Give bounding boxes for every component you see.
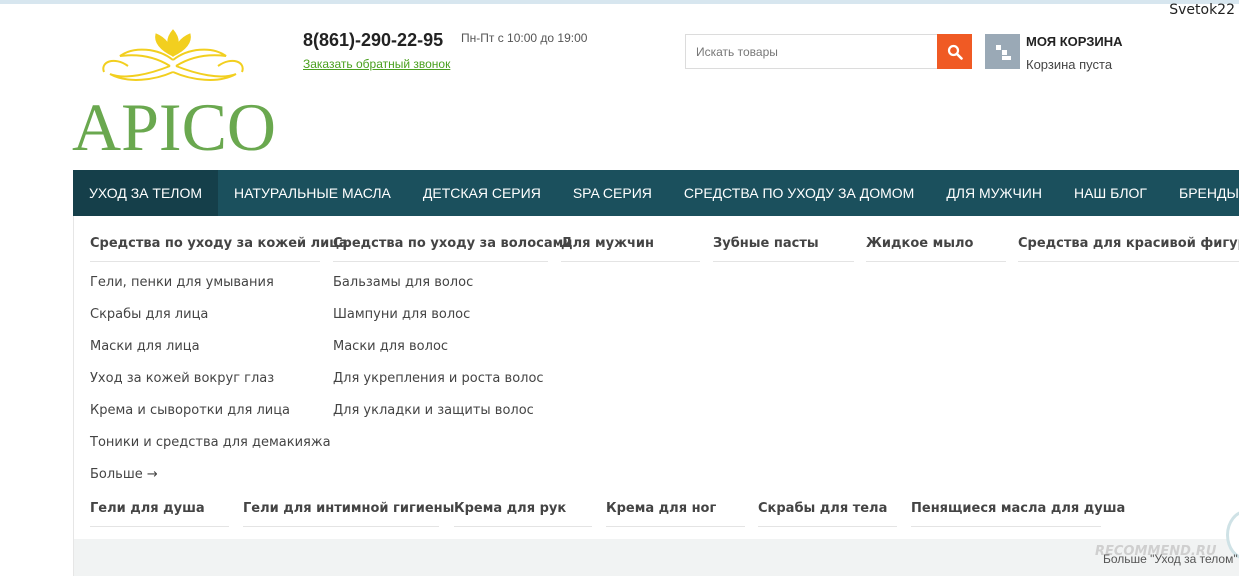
category-liquid-soap[interactable]: Жидкое мыло xyxy=(866,236,1006,262)
mega-menu-footer xyxy=(74,539,1239,576)
search-button[interactable] xyxy=(937,34,972,69)
category-face-care[interactable]: Средства по уходу за кожей лица xyxy=(90,236,348,262)
search-input[interactable] xyxy=(685,34,937,69)
face-care-list: Гели, пенки для умывания Скрабы для лица… xyxy=(90,275,331,499)
callback-link[interactable]: Заказать обратный звонок xyxy=(303,57,450,71)
lotus-icon: APICO xyxy=(72,29,276,156)
nav-item-spa-series[interactable]: SPA СЕРИЯ xyxy=(557,170,668,216)
nav-item-for-men[interactable]: ДЛЯ МУЖЧИН xyxy=(930,170,1058,216)
main-navigation: УХОД ЗА ТЕЛОМ НАТУРАЛЬНЫЕ МАСЛА ДЕТСКАЯ … xyxy=(73,170,1239,216)
list-item[interactable]: Бальзамы для волос xyxy=(333,275,544,307)
hair-care-list: Бальзамы для волос Шампуни для волос Мас… xyxy=(333,275,544,435)
list-item[interactable]: Гели, пенки для умывания xyxy=(90,275,331,307)
nav-item-kids-series[interactable]: ДЕТСКАЯ СЕРИЯ xyxy=(407,170,557,216)
list-item[interactable]: Тоники и средства для демакияжа xyxy=(90,435,331,467)
more-link[interactable]: Больше → xyxy=(90,467,331,499)
category-for-men[interactable]: Для мужчин xyxy=(561,236,700,262)
category-body-scrubs[interactable]: Скрабы для тела xyxy=(758,501,897,527)
more-category-link[interactable]: Больше "Уход за телом" xyxy=(1103,552,1238,566)
list-item[interactable]: Маски для лица xyxy=(90,339,331,371)
svg-text:APICO: APICO xyxy=(72,89,276,156)
top-border-line xyxy=(0,0,1239,4)
category-foot-creams[interactable]: Крема для ног xyxy=(606,501,745,527)
nav-item-natural-oils[interactable]: НАТУРАЛЬНЫЕ МАСЛА xyxy=(218,170,407,216)
cart-title[interactable]: МОЯ КОРЗИНА xyxy=(1026,34,1123,49)
list-item[interactable]: Для укладки и защиты волос xyxy=(333,403,544,435)
nav-item-home-care[interactable]: СРЕДСТВА ПО УХОДУ ЗА ДОМОМ xyxy=(668,170,930,216)
phone-number[interactable]: 8(861)-290-22-95 xyxy=(303,30,450,51)
nav-item-brands[interactable]: БРЕНДЫ xyxy=(1163,170,1239,216)
list-item[interactable]: Шампуни для волос xyxy=(333,307,544,339)
contact-block: 8(861)-290-22-95 Пн-Пт с 10:00 до 19:00 … xyxy=(303,30,587,73)
search-icon xyxy=(947,44,963,60)
work-hours: Пн-Пт с 10:00 до 19:00 xyxy=(461,31,588,45)
list-item[interactable]: Крема и сыворотки для лица xyxy=(90,403,331,435)
cart-icon xyxy=(985,34,1020,69)
category-foaming-oils[interactable]: Пенящиеся масла для душа xyxy=(911,501,1125,527)
list-item[interactable]: Уход за кожей вокруг глаз xyxy=(90,371,331,403)
list-item[interactable]: Скрабы для лица xyxy=(90,307,331,339)
search-bar xyxy=(685,34,973,69)
nav-item-body-care[interactable]: УХОД ЗА ТЕЛОМ xyxy=(73,170,219,216)
category-hair-care[interactable]: Средства по уходу за волосами xyxy=(333,236,572,262)
category-toothpaste[interactable]: Зубные пасты xyxy=(713,236,854,262)
category-intimate-gels[interactable]: Гели для интимной гигиены xyxy=(243,501,454,527)
mega-menu: Средства по уходу за кожей лица Средства… xyxy=(73,216,1239,576)
category-hand-creams[interactable]: Крема для рук xyxy=(454,501,592,527)
cart-widget[interactable]: МОЯ КОРЗИНА Корзина пуста xyxy=(985,34,1123,72)
list-item[interactable]: Для укрепления и роста волос xyxy=(333,371,544,403)
category-shower-gels[interactable]: Гели для душа xyxy=(90,501,229,527)
nav-item-blog[interactable]: НАШ БЛОГ xyxy=(1058,170,1163,216)
site-logo[interactable]: APICO xyxy=(70,26,280,156)
cart-status: Корзина пуста xyxy=(1026,57,1113,72)
user-name[interactable]: Svetok22 xyxy=(1169,2,1235,18)
list-item[interactable]: Маски для волос xyxy=(333,339,544,371)
category-body-shape[interactable]: Средства для красивой фигуры. xyxy=(1018,236,1239,262)
